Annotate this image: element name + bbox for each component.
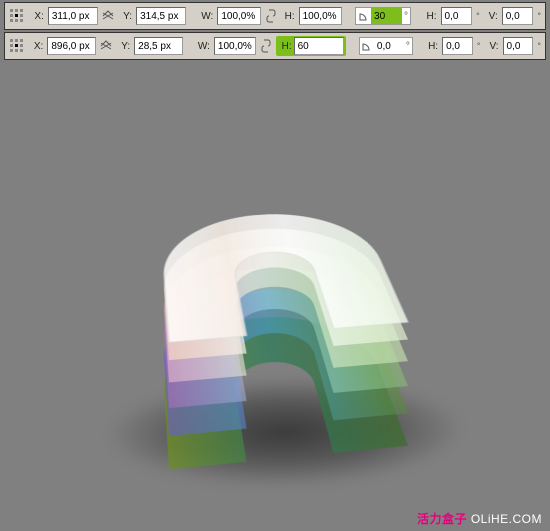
x-input[interactable]: 896,0 px [47,37,96,55]
watermark: 活力盒子 OLiHE.COM [417,510,542,527]
rotate-input-group[interactable]: 0,0 ° [359,37,413,55]
transform-options-bar-1: X: 311,0 px Y: 314,5 px W: 100,0% H: 100… [4,2,546,30]
degree-symbol: ° [404,41,412,52]
aspect-link-icon[interactable] [265,9,277,23]
y-input[interactable]: 314,5 px [136,7,186,25]
reference-point-icon[interactable] [9,6,26,26]
swap-xy-icon[interactable] [100,40,112,52]
transform-options-bar-2: X: 896,0 px Y: 28,5 px W: 100,0% H: 60 0… [4,32,546,60]
skew-h-label: H: [423,11,437,22]
x-input[interactable]: 311,0 px [48,7,98,25]
watermark-domain: OLiHE.COM [471,512,542,526]
document-canvas: 活力盒子 OLiHE.COM [0,64,550,531]
x-label: X: [30,11,44,22]
w-input[interactable]: 100,0% [217,7,260,25]
skew-v-input[interactable]: 0,0 [503,37,534,55]
h-input[interactable]: 60 [294,37,344,55]
w-label: W: [196,41,210,52]
h-label: H: [278,41,292,52]
angle-icon [360,40,374,52]
degree-symbol: ° [476,11,480,21]
skew-h-input[interactable]: 0,0 [441,7,473,25]
skew-v-input[interactable]: 0,0 [502,7,534,25]
skew-h-input[interactable]: 0,0 [442,37,473,55]
aspect-link-icon[interactable] [260,39,271,53]
skew-v-label: V: [484,11,498,22]
h-input[interactable]: 100,0% [299,7,342,25]
w-label: W: [199,11,213,22]
y-input[interactable]: 28,5 px [134,37,183,55]
rotate-value[interactable]: 0,0 [374,41,404,52]
rotate-value[interactable]: 30 [371,8,402,24]
degree-symbol: ° [402,11,410,22]
skew-h-label: H: [424,41,438,52]
y-label: Y: [116,41,130,52]
glass-letter-artwork [65,117,485,497]
reference-point-icon[interactable] [9,36,25,56]
h-input-group-highlighted: H: 60 [276,36,346,56]
angle-icon [356,10,371,22]
rotate-input-group[interactable]: 30 ° [355,7,411,25]
skew-v-label: V: [485,41,499,52]
swap-xy-icon[interactable] [102,10,114,22]
x-label: X: [29,41,43,52]
h-label: H: [281,11,295,22]
degree-symbol: ° [537,11,541,21]
watermark-brand: 活力盒子 [417,512,467,526]
y-label: Y: [118,11,132,22]
degree-symbol: ° [477,41,481,51]
w-input[interactable]: 100,0% [214,37,256,55]
degree-symbol: ° [537,41,541,51]
